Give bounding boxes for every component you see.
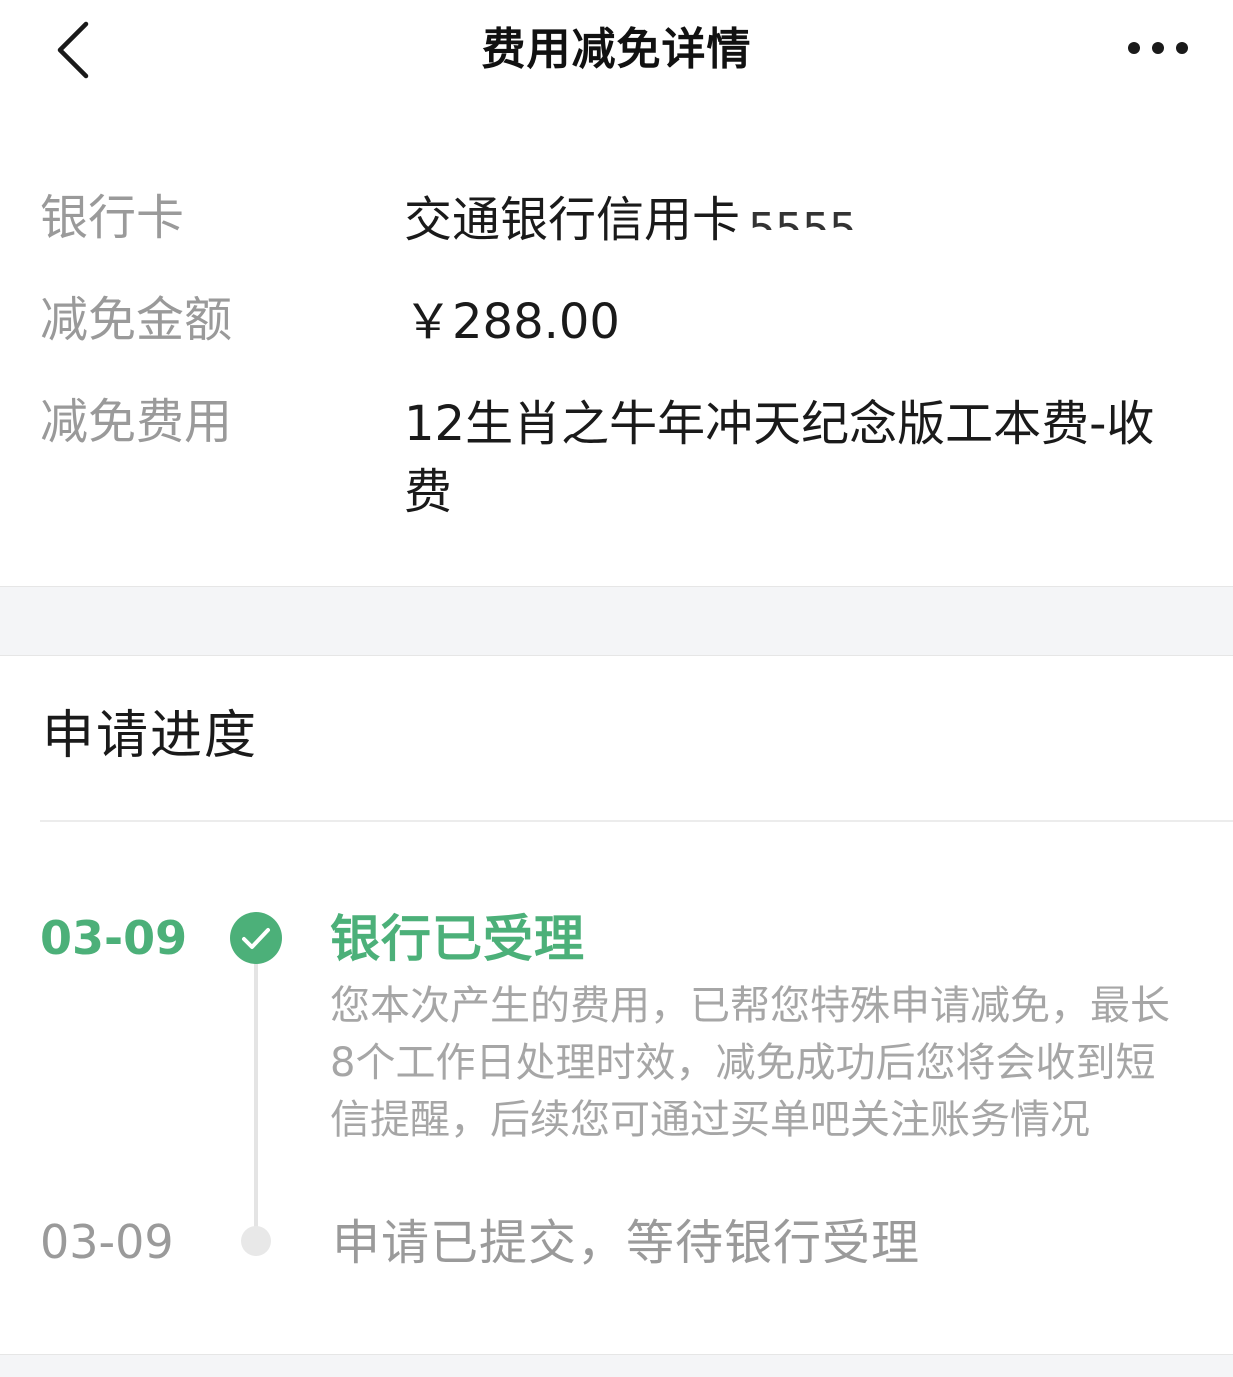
step-1-status: 银行已受理 bbox=[330, 910, 585, 968]
fee-value: 12生肖之牛年冲天纪念版工本费-收费 bbox=[404, 396, 1155, 520]
section-divider bbox=[0, 586, 1233, 656]
amount-label: 减免金额 bbox=[40, 292, 233, 348]
step-2-status: 申请已提交，等待银行受理 bbox=[332, 1215, 921, 1271]
bank-card-masked-number: 5555 bbox=[748, 208, 856, 230]
nav-bar: 费用减免详情 bbox=[0, 0, 1233, 100]
bottom-band bbox=[0, 1354, 1233, 1377]
check-circle-icon bbox=[230, 912, 282, 964]
progress-title: 申请进度 bbox=[42, 706, 259, 766]
pending-dot-icon bbox=[241, 1226, 271, 1256]
step-1-date: 03-09 bbox=[40, 911, 188, 965]
bank-card-label: 银行卡 bbox=[40, 190, 185, 246]
fee-waiver-detail-page: 费用减免详情 银行卡 交通银行信用卡 5555 减免金额 ￥288.00 减免费用… bbox=[0, 0, 1233, 1377]
more-dots-icon bbox=[1128, 42, 1188, 54]
bank-card-name: 交通银行信用卡 bbox=[404, 192, 741, 248]
bank-card-value: 交通银行信用卡 5555 bbox=[404, 186, 1164, 254]
step-1-description: 您本次产生的费用，已帮您特殊申请减免，最长8个工作日处理时效，减免成功后您将会收… bbox=[330, 983, 1170, 1143]
progress-divider bbox=[40, 820, 1233, 822]
page-title: 费用减免详情 bbox=[481, 24, 752, 75]
step-2-date: 03-09 bbox=[40, 1215, 174, 1269]
timeline-line bbox=[254, 962, 258, 1228]
amount-value: ￥288.00 bbox=[404, 294, 620, 350]
fee-label: 减免费用 bbox=[40, 394, 233, 450]
more-button[interactable] bbox=[1118, 26, 1198, 70]
